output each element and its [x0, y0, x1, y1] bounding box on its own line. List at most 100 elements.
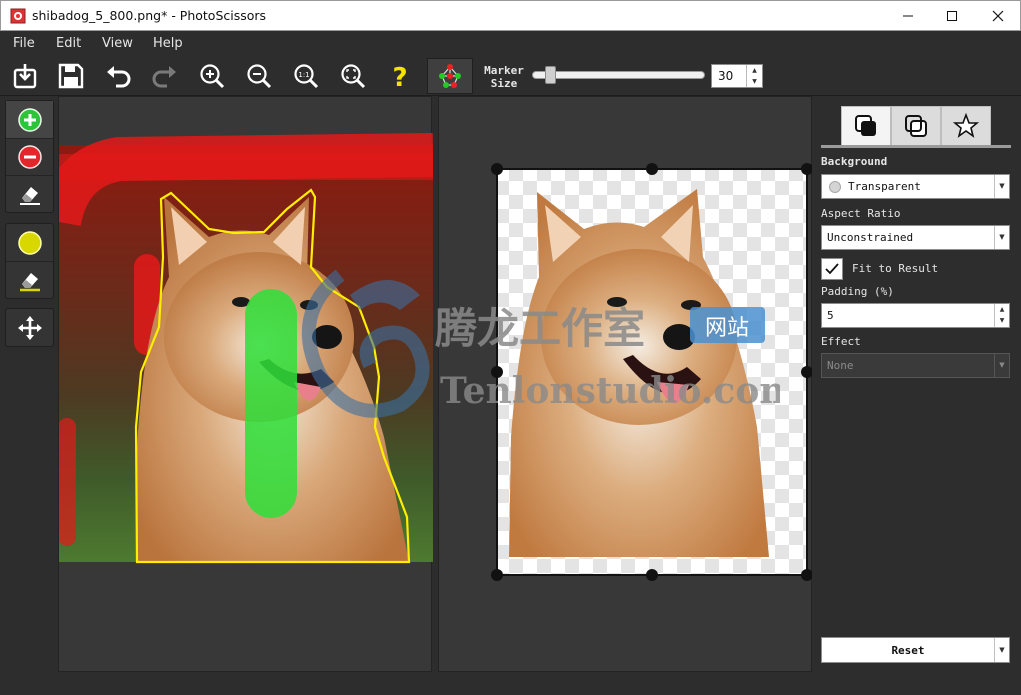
watermark-cn: 腾龙工作室: [435, 304, 645, 353]
zoom-actual-button[interactable]: 1:1: [287, 58, 325, 94]
marker-size-spinbox[interactable]: 30 ▲ ▼: [711, 64, 763, 88]
move-icon: [17, 315, 42, 340]
spin-down-icon[interactable]: ▼: [995, 315, 1009, 326]
menu-help[interactable]: Help: [153, 36, 183, 51]
aspect-ratio-value: Unconstrained: [827, 231, 914, 244]
window-title: shibadog_5_800.png* - PhotoScissors: [32, 8, 267, 23]
zoom-actual-icon: 1:1: [294, 64, 319, 89]
redo-icon: [152, 66, 176, 88]
background-dropdown[interactable]: Transparent ▼: [821, 174, 1010, 199]
svg-text:1:1: 1:1: [298, 71, 309, 79]
photoscissors-window: shibadog_5_800.png* - PhotoScissors File…: [0, 0, 1021, 695]
checkmark-icon: [825, 263, 839, 275]
foreground-marker-icon: [17, 107, 42, 132]
padding-spin-arrows[interactable]: ▲ ▼: [994, 304, 1009, 327]
maximize-icon: [947, 11, 957, 21]
panel-tabs: [841, 106, 991, 146]
help-icon: ?: [392, 63, 407, 90]
auto-segment-icon: [439, 64, 461, 88]
marker-size-slider-thumb[interactable]: [544, 66, 556, 84]
aspect-ratio-label: Aspect Ratio: [821, 207, 901, 220]
toolbar: 1:1 ? Marker Size 30 ▲ ▼: [0, 56, 1021, 96]
zoom-out-icon: [247, 64, 272, 89]
menu-bar: File Edit View Help: [0, 31, 1021, 56]
color-eraser-button[interactable]: [6, 261, 53, 298]
color-tool-group: [5, 223, 54, 299]
zoom-in-button[interactable]: [193, 58, 231, 94]
save-icon: [58, 63, 84, 89]
background-marker-icon: [17, 145, 42, 169]
effect-value: None: [827, 359, 854, 372]
marker-size-slider[interactable]: [532, 71, 705, 79]
minimize-icon: [903, 15, 913, 17]
eraser-icon: [19, 187, 40, 205]
padding-spinbox[interactable]: 5 ▲ ▼: [821, 303, 1010, 328]
fit-to-result-checkbox[interactable]: [821, 258, 843, 280]
watermark-url: Tenlonstudio.com: [440, 370, 780, 412]
title-bar: shibadog_5_800.png* - PhotoScissors: [0, 0, 1021, 31]
tab-background[interactable]: [841, 106, 891, 146]
effect-dropdown[interactable]: None ▼: [821, 353, 1010, 378]
menu-view[interactable]: View: [102, 36, 133, 51]
chevron-down-icon[interactable]: ▼: [994, 226, 1009, 249]
padding-label: Padding (%): [821, 285, 894, 298]
background-marker-button[interactable]: [6, 138, 53, 175]
close-button[interactable]: [975, 1, 1021, 31]
color-marker-button[interactable]: [6, 224, 53, 261]
reset-button[interactable]: Reset ▼: [821, 637, 1010, 663]
open-icon: [13, 64, 37, 89]
marker-size-value[interactable]: 30: [718, 69, 733, 83]
zoom-in-icon: [200, 64, 225, 89]
transparent-swatch-icon: [829, 181, 841, 193]
help-button[interactable]: ?: [381, 58, 419, 94]
tab-foreground[interactable]: [891, 106, 941, 146]
zoom-fit-icon: [341, 64, 366, 89]
marker-size-label-line1: Marker: [484, 64, 524, 77]
move-tool-group: [5, 308, 54, 347]
settings-panel: Background Transparent ▼ Aspect Ratio Un…: [812, 96, 1021, 695]
watermark: 腾龙工作室 网站 Tenlonstudio.com: [301, 269, 780, 418]
app-icon: [10, 8, 26, 24]
zoom-fit-button[interactable]: [334, 58, 372, 94]
svg-text:?: ?: [392, 63, 407, 90]
menu-file[interactable]: File: [13, 36, 35, 51]
move-button[interactable]: [6, 309, 53, 346]
undo-button[interactable]: [99, 58, 137, 94]
background-value: Transparent: [848, 180, 921, 193]
chevron-down-icon[interactable]: ▼: [994, 175, 1009, 198]
spin-up-icon[interactable]: ▲: [747, 65, 762, 76]
redo-button[interactable]: [146, 58, 184, 94]
marker-tool-group: [5, 100, 54, 213]
tab-effects[interactable]: [941, 106, 991, 146]
background-tab-icon: [855, 115, 876, 136]
open-button[interactable]: [6, 58, 44, 94]
reset-label[interactable]: Reset: [822, 644, 994, 657]
tab-underline: [821, 145, 1011, 148]
maximize-button[interactable]: [929, 1, 975, 31]
auto-segment-button[interactable]: [427, 58, 473, 94]
chevron-down-icon[interactable]: ▼: [994, 638, 1009, 662]
watermark-badge: 网站: [705, 316, 749, 341]
close-icon: [992, 10, 1004, 22]
spin-down-icon[interactable]: ▼: [747, 76, 762, 87]
effect-label: Effect: [821, 335, 861, 348]
background-label: Background: [821, 155, 888, 168]
marker-size-label-line2: Size: [490, 77, 518, 90]
color-eraser-icon: [19, 273, 40, 292]
save-button[interactable]: [52, 58, 90, 94]
color-marker-icon: [17, 230, 42, 255]
foreground-marker-button[interactable]: [6, 101, 53, 138]
effects-tab-icon: [953, 113, 979, 138]
marker-size-spin-arrows[interactable]: ▲ ▼: [746, 65, 762, 87]
minimize-button[interactable]: [885, 1, 931, 31]
tool-column: [0, 96, 58, 695]
marker-size-label: Marker Size: [480, 64, 528, 90]
aspect-ratio-dropdown[interactable]: Unconstrained ▼: [821, 225, 1010, 250]
chevron-down-icon[interactable]: ▼: [994, 354, 1009, 377]
eraser-button[interactable]: [6, 175, 53, 212]
menu-edit[interactable]: Edit: [56, 36, 81, 51]
fit-to-result-label[interactable]: Fit to Result: [852, 262, 938, 275]
spin-up-icon[interactable]: ▲: [995, 304, 1009, 315]
padding-value[interactable]: 5: [827, 309, 834, 322]
zoom-out-button[interactable]: [240, 58, 278, 94]
